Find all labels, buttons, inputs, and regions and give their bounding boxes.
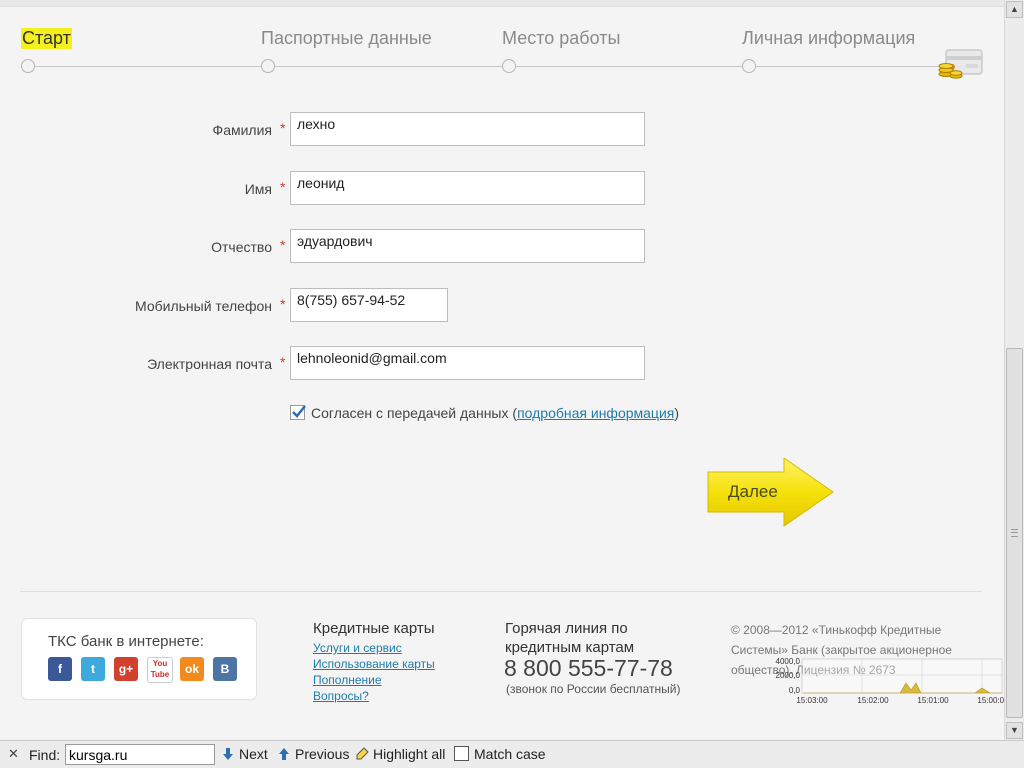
top-border — [0, 0, 1004, 7]
step-dot-work — [502, 59, 516, 73]
required-mark: * — [280, 296, 286, 312]
email-label: Электронная почта — [147, 356, 272, 372]
cards-link-topup[interactable]: Пополнение — [313, 673, 382, 687]
step-dot-start — [21, 59, 35, 73]
social-title: ТКС банк в интернете: — [48, 633, 204, 650]
match-case-checkbox[interactable] — [454, 746, 469, 761]
row-patronymic: Отчество * — [0, 229, 1004, 265]
match-case-toggle[interactable]: Match case — [454, 746, 546, 762]
patronymic-label: Отчество — [211, 239, 272, 255]
google-plus-icon[interactable]: g+ — [114, 657, 138, 681]
twitter-icon[interactable]: t — [81, 657, 105, 681]
row-email: Электронная почта * — [0, 346, 1004, 382]
graph-xtick: 15:02:00 — [857, 696, 889, 705]
row-surname: Фамилия * — [0, 112, 1004, 148]
graph-xtick: 15:01:00 — [917, 696, 949, 705]
step-personal: Личная информация — [742, 28, 916, 48]
step-start: Старт — [21, 28, 72, 49]
graph-ytick: 0,0 — [789, 686, 801, 695]
next-button[interactable]: Далее — [706, 457, 836, 528]
highlighter-icon — [356, 747, 369, 760]
phone-input[interactable] — [290, 288, 448, 322]
odnoklassniki-icon[interactable]: ok — [180, 657, 204, 681]
social-box: ТКС банк в интернете: f t g+ You Tube ok… — [21, 618, 257, 700]
find-previous-button[interactable]: Previous — [277, 746, 349, 762]
required-mark: * — [280, 237, 286, 253]
next-label: Далее — [728, 482, 778, 501]
arrow-down-icon — [223, 748, 233, 760]
arrow-up-icon — [279, 748, 289, 760]
required-mark: * — [280, 120, 286, 136]
scroll-down-arrow-icon[interactable]: ▼ — [1006, 722, 1023, 739]
surname-input[interactable] — [290, 112, 645, 146]
footer-divider — [20, 591, 982, 592]
hotline-note: (звонок по России бесплатный) — [506, 682, 681, 696]
graph-xtick: 15:03:00 — [796, 696, 828, 705]
patronymic-input[interactable] — [290, 229, 645, 263]
cards-link-services[interactable]: Услуги и сервис — [313, 641, 402, 655]
facebook-icon[interactable]: f — [48, 657, 72, 681]
vertical-scrollbar[interactable]: ▲ ▼ — [1004, 0, 1024, 740]
scrollbar-thumb[interactable] — [1006, 348, 1023, 718]
consent-checkbox[interactable] — [290, 405, 306, 420]
consent-text: Согласен с передачей данных (подробная и… — [311, 405, 680, 421]
cards-title: Кредитные карты — [313, 620, 435, 637]
step-passport: Паспортные данные — [261, 28, 432, 48]
cards-link-questions[interactable]: Вопросы? — [313, 689, 369, 703]
graph-ytick: 2000,0 — [776, 671, 801, 680]
hotline-title: Горячая линия по кредитным картам — [505, 620, 635, 656]
find-next-button[interactable]: Next — [221, 746, 268, 762]
scroll-up-arrow-icon[interactable]: ▲ — [1006, 1, 1023, 18]
credit-card-coins-icon — [938, 48, 984, 80]
vkontakte-icon[interactable]: B — [213, 657, 237, 681]
find-label: Find: — [29, 747, 61, 763]
cards-link-usage[interactable]: Использование карты — [313, 657, 435, 671]
required-mark: * — [280, 179, 286, 195]
step-work: Место работы — [502, 28, 621, 48]
graph-ytick: 4000,0 — [776, 657, 801, 666]
find-input[interactable] — [65, 744, 215, 765]
page: Старт Паспортные данные Место работы Лич… — [0, 0, 1004, 740]
step-dot-personal — [742, 59, 756, 73]
find-bar: ✕ Find: Next Previous Highlight all Matc… — [0, 740, 1024, 768]
step-dot-passport — [261, 59, 275, 73]
highlight-all-button[interactable]: Highlight all — [355, 746, 445, 762]
youtube-icon[interactable]: You Tube — [147, 657, 173, 683]
grip-icon — [1011, 529, 1018, 537]
email-input[interactable] — [290, 346, 645, 380]
checkmark-icon — [292, 405, 306, 418]
name-input[interactable] — [290, 171, 645, 205]
required-mark: * — [280, 354, 286, 370]
steps-progress-line — [27, 66, 967, 67]
row-name: Имя * — [0, 171, 1004, 207]
graph-xtick: 15:00:00 — [977, 696, 1004, 705]
close-icon[interactable]: ✕ — [8, 746, 19, 762]
traffic-graph-overlay: 4000,0 2000,0 0,0 15:03:00 15:02:00 15:0… — [776, 657, 1004, 705]
row-phone: Мобильный телефон * — [0, 288, 1004, 324]
hotline-phone: 8 800 555-77-78 — [504, 655, 673, 681]
name-label: Имя — [244, 181, 272, 197]
surname-label: Фамилия — [212, 122, 272, 138]
consent-details-link[interactable]: подробная информация — [517, 405, 674, 421]
phone-label: Мобильный телефон — [135, 298, 272, 314]
